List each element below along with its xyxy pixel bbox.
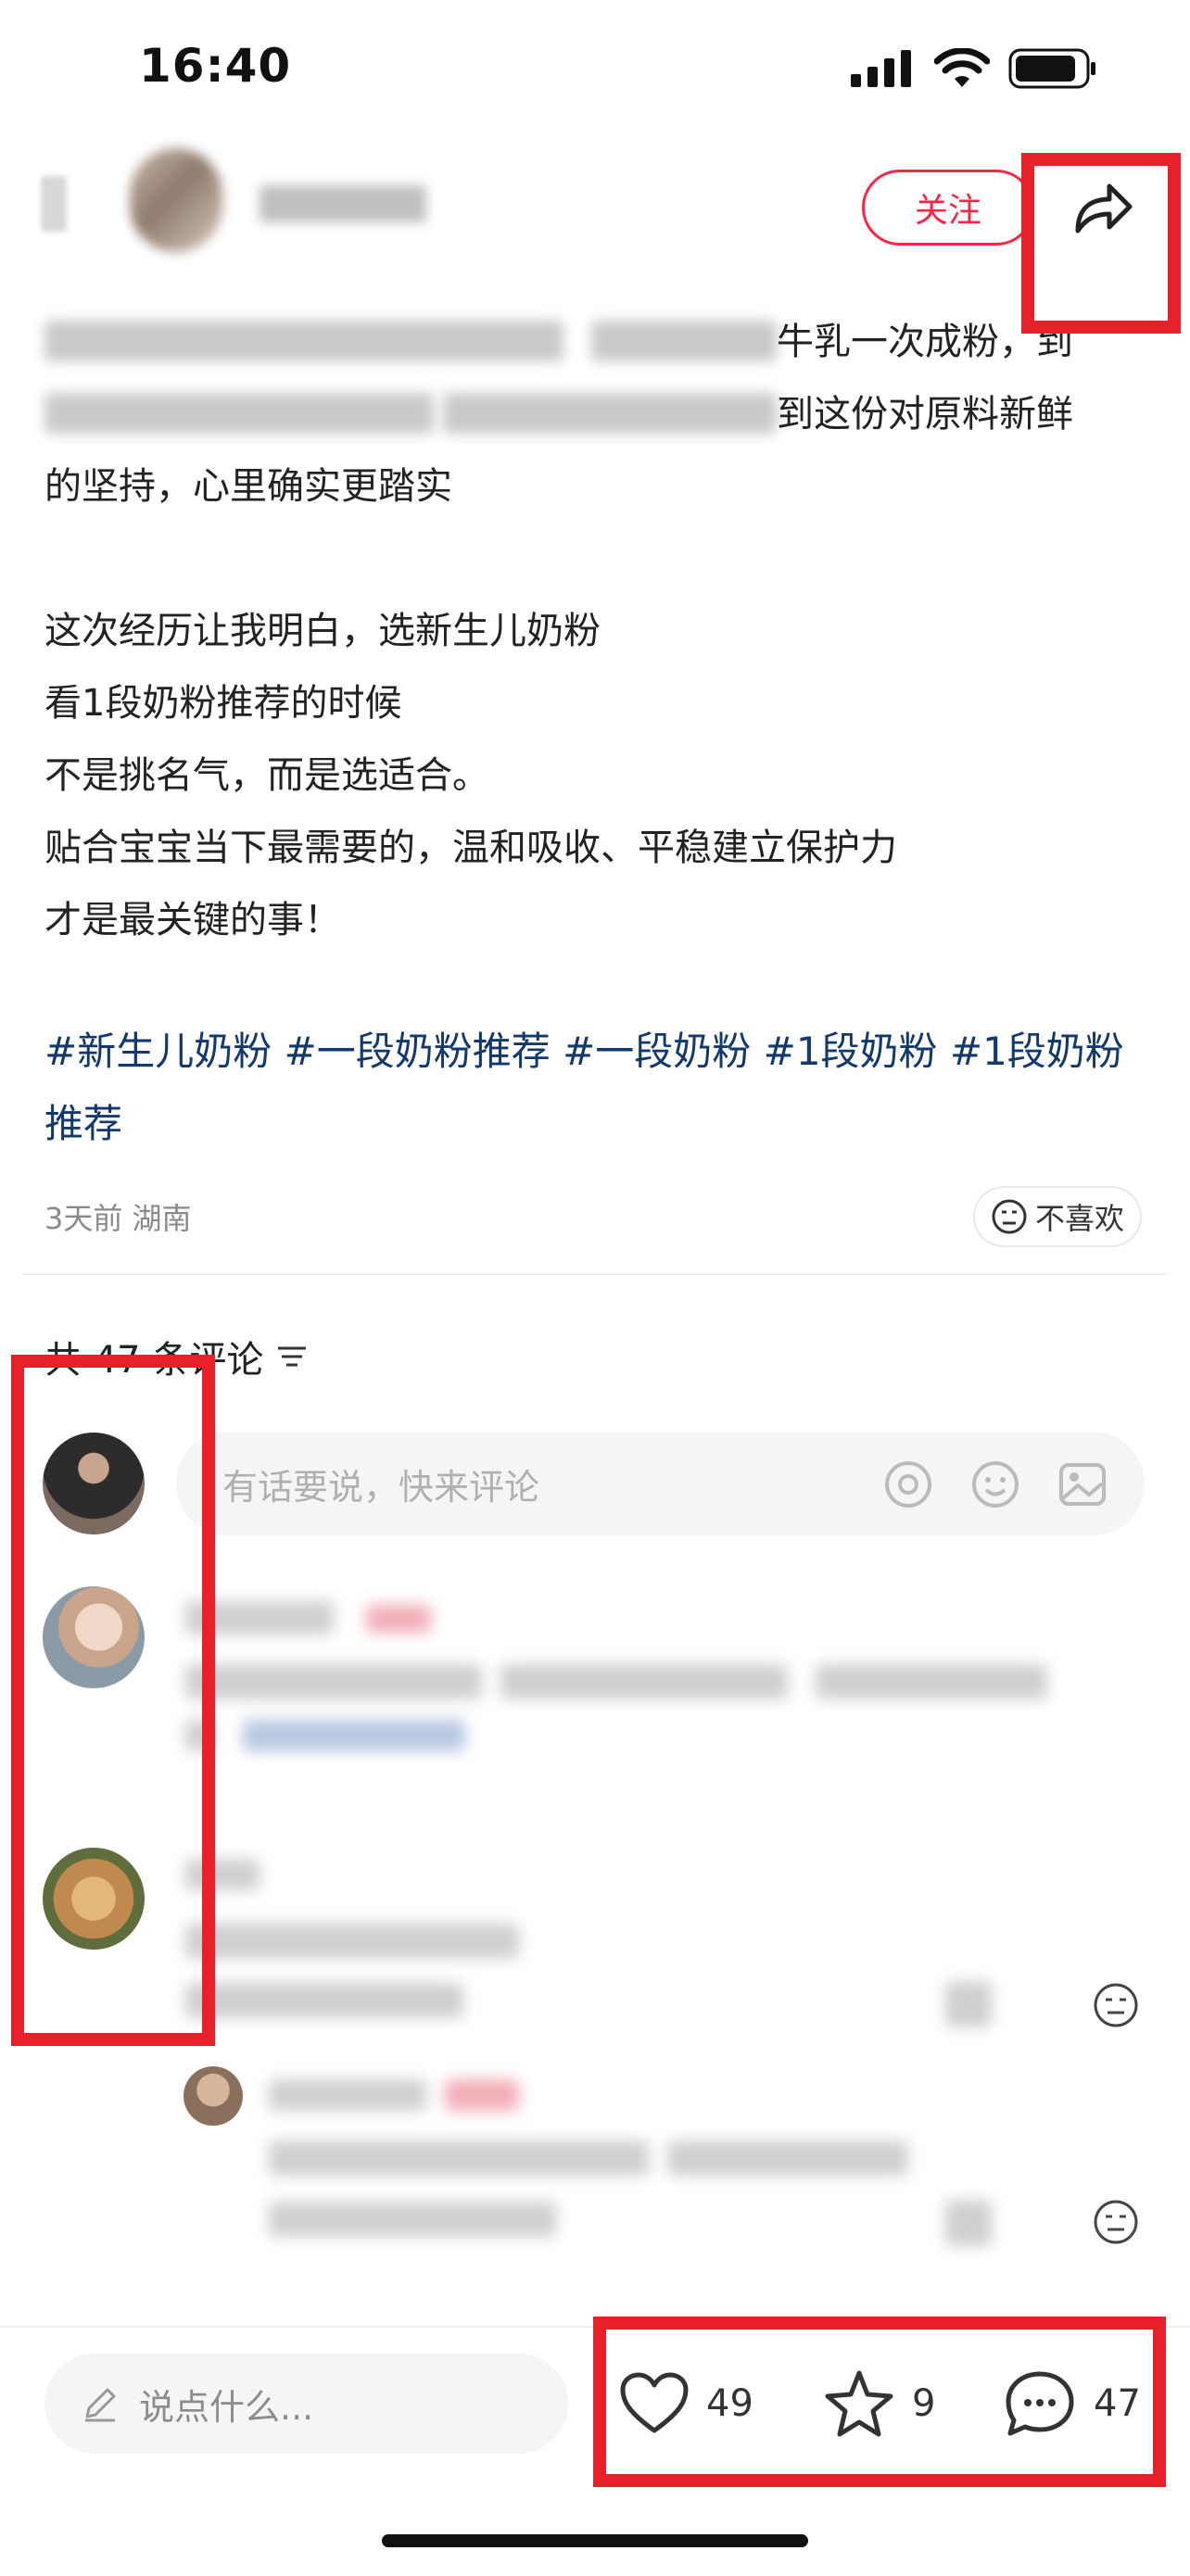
comment-text-blurred	[185, 1924, 519, 1959]
post-line: 看1段奶粉推荐的时候	[44, 682, 402, 725]
pencil-icon	[85, 2388, 116, 2422]
image-icon[interactable]	[1057, 1459, 1108, 1509]
post-body: 牛乳一次成粉，到 到这份对原料新鲜 的坚持，心里确实更踏实 这次经历让我明白，选…	[44, 306, 1134, 954]
comment-meta-blurred	[185, 1983, 463, 2018]
back-button[interactable]	[41, 176, 67, 232]
reply-text-blurred	[667, 2140, 908, 2176]
status-icons	[851, 48, 1097, 89]
annotation-box-avatars	[11, 1355, 215, 2046]
post-hashtags[interactable]: #新生儿奶粉 #一段奶粉推荐 #一段奶粉 #1段奶粉 #1段奶粉推荐	[44, 1016, 1138, 1160]
annotation-box-actions	[593, 2317, 1166, 2487]
dislike-face-icon	[992, 1199, 1027, 1234]
reply-text-blurred	[269, 2140, 649, 2176]
say-something-placeholder: 说点什么...	[139, 2386, 314, 2428]
author-avatar[interactable]	[130, 148, 222, 252]
comment-tag-blurred	[243, 1720, 465, 1751]
post-line: 不是挑名气，而是选适合。	[44, 754, 489, 797]
reply-username-blurred	[269, 2079, 426, 2111]
post-line: 这次经历让我明白，选新生儿奶粉	[44, 610, 601, 652]
dislike-face-icon[interactable]	[1092, 2198, 1140, 2246]
comment-like-blurred	[945, 1981, 992, 2027]
post-line-2: 到这份对原料新鲜	[777, 393, 1073, 436]
dislike-label: 不喜欢	[1034, 1201, 1124, 1236]
home-indicator	[382, 2534, 808, 2547]
author-name-blurred[interactable]	[260, 185, 426, 222]
reply-like-blurred	[945, 2200, 992, 2246]
dislike-face-icon[interactable]	[1092, 1981, 1140, 2029]
signal-icon	[851, 50, 911, 87]
blurred-text	[44, 321, 563, 361]
annotation-box-share	[1021, 153, 1181, 334]
comment-input-icons	[883, 1459, 1108, 1509]
comment-text-blurred	[816, 1664, 1047, 1699]
wifi-icon	[934, 48, 990, 87]
blurred-text	[591, 321, 777, 361]
post-line: 才是最关键的事！	[44, 899, 341, 941]
comment-input[interactable]: 有话要说，快来评论	[176, 1432, 1145, 1535]
emoji-icon[interactable]	[970, 1459, 1020, 1509]
blurred-text	[443, 393, 777, 434]
post-meta: 3天前 湖南	[44, 1201, 192, 1236]
divider	[22, 1273, 1168, 1275]
post-line-3: 的坚持，心里确实更踏实	[44, 465, 452, 508]
reply-badge-blurred	[445, 2079, 519, 2111]
filter-icon[interactable]	[276, 1343, 308, 1370]
follow-button[interactable]: 关注	[862, 170, 1034, 246]
comment-text-blurred	[500, 1664, 788, 1699]
comment-badge-blurred	[366, 1605, 431, 1633]
reply-avatar[interactable]	[184, 2066, 243, 2126]
at-icon[interactable]	[883, 1459, 933, 1509]
reply-meta-blurred	[269, 2202, 556, 2237]
blurred-text	[44, 393, 434, 434]
comment-input-placeholder: 有话要说，快来评论	[222, 1466, 540, 1508]
dislike-button[interactable]: 不喜欢	[973, 1186, 1142, 1247]
comment-text-blurred	[185, 1664, 482, 1699]
say-something-input[interactable]: 说点什么...	[44, 2354, 568, 2454]
battery-icon	[1008, 48, 1095, 89]
post-line: 贴合宝宝当下最需要的，温和吸收、平稳建立保护力	[44, 827, 897, 869]
status-time: 16:40	[139, 39, 292, 93]
